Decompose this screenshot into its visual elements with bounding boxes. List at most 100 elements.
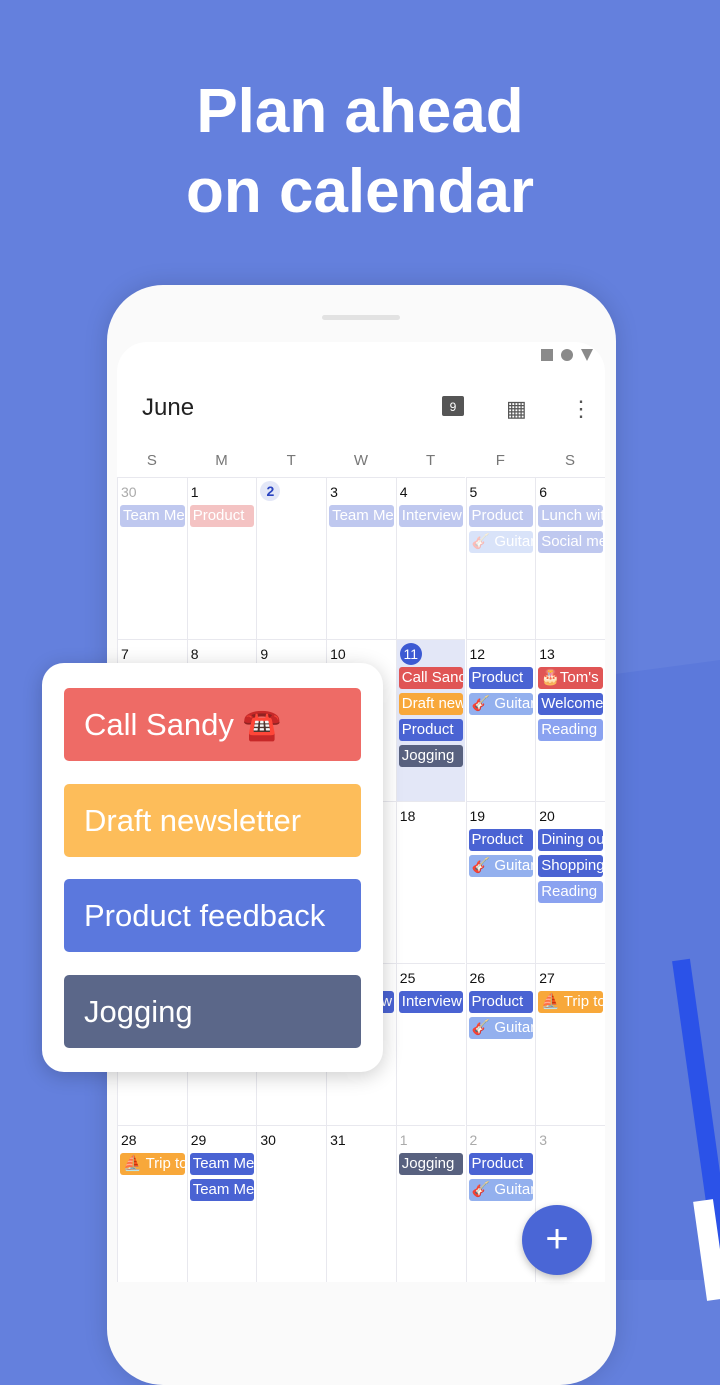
event-chip[interactable]: Jogging bbox=[398, 745, 464, 767]
day-number: 5 bbox=[469, 484, 478, 500]
event-chip[interactable]: 🎸 Guitar bbox=[468, 693, 534, 715]
day-number: 25 bbox=[399, 970, 416, 986]
day-number: 30 bbox=[260, 1132, 276, 1148]
day-cell[interactable]: 30 Team Meeting bbox=[117, 477, 187, 639]
event-chip[interactable]: Product bbox=[468, 991, 534, 1013]
day-cell[interactable]: 4 Interview bbox=[395, 477, 466, 639]
event-chip[interactable]: Product bbox=[189, 505, 255, 527]
event-chip[interactable]: 🎂Tom's bbox=[538, 667, 603, 689]
event-chip[interactable]: Draft newsletter bbox=[398, 693, 464, 715]
event-chip[interactable]: Dining out bbox=[538, 829, 603, 851]
event-chip[interactable]: Product bbox=[398, 719, 464, 741]
day-cell[interactable]: 30 bbox=[256, 1125, 327, 1282]
day-number: 2 bbox=[260, 481, 281, 501]
month-title[interactable]: June bbox=[142, 394, 194, 422]
day-cell[interactable]: 11Call Sandy Draft newsletter Product Joggi… bbox=[395, 639, 466, 801]
day-number: 18 bbox=[399, 808, 416, 824]
day-number: 3 bbox=[539, 1132, 547, 1148]
event-chip[interactable]: Interview bbox=[398, 505, 464, 527]
day-number: 8 bbox=[190, 646, 199, 662]
weekday-label: F bbox=[495, 452, 505, 469]
event-chip[interactable]: 🎸 Guitar bbox=[468, 855, 534, 877]
day-number: 13 bbox=[539, 646, 555, 662]
headline: Plan ahead on calendar bbox=[0, 72, 720, 232]
day-number: 20 bbox=[539, 808, 555, 824]
day-cell[interactable]: 3 Team Meeting bbox=[326, 477, 396, 639]
circle-icon bbox=[561, 349, 573, 361]
event-chip[interactable]: Team Meeting bbox=[120, 505, 185, 527]
event-item[interactable]: Jogging bbox=[64, 974, 361, 1048]
day-cell[interactable]: 27 ⛵ Trip to bbox=[535, 963, 605, 1125]
day-cell[interactable]: 5 Product 🎸 Guitar bbox=[465, 477, 536, 639]
event-chip[interactable]: 🎸 Guitar bbox=[468, 531, 534, 553]
event-item[interactable]: Product feedback bbox=[64, 879, 361, 952]
day-number: 19 bbox=[469, 808, 486, 824]
weekday-label: T bbox=[426, 452, 436, 469]
add-event-button[interactable]: + bbox=[522, 1205, 592, 1275]
status-bar bbox=[541, 349, 593, 361]
day-cell[interactable]: 1 Product bbox=[186, 477, 257, 639]
event-chip[interactable]: Welcome bbox=[538, 693, 603, 715]
day-cell[interactable]: 2 bbox=[256, 477, 327, 639]
day-number: 28 bbox=[121, 1132, 137, 1148]
event-chip[interactable]: Product bbox=[468, 1153, 534, 1175]
day-cell[interactable]: 25 Interview bbox=[395, 963, 466, 1125]
day-cell[interactable]: 13 🎂Tom's Welcome Reading bbox=[535, 639, 605, 801]
event-chip[interactable]: Social media bbox=[538, 531, 603, 553]
day-number: 27 bbox=[539, 970, 555, 986]
event-chip[interactable]: Call Sandy bbox=[398, 667, 464, 689]
day-cell[interactable]: 2 Product 🎸 Guitar bbox=[465, 1125, 536, 1282]
day-number: 1 bbox=[190, 484, 199, 500]
event-preview-card: Call Sandy ☎️ Draft newsletter Product fee… bbox=[42, 663, 383, 1072]
day-number: 31 bbox=[330, 1132, 346, 1148]
event-chip[interactable]: Jogging bbox=[398, 1153, 464, 1175]
event-chip[interactable]: ⛵ Trip to bbox=[538, 991, 603, 1013]
event-chip[interactable]: Product bbox=[468, 667, 534, 689]
day-cell[interactable]: 1 Jogging bbox=[395, 1125, 466, 1282]
event-chip[interactable]: Shopping bbox=[538, 855, 603, 877]
event-chip[interactable]: 🎸 Guitar bbox=[468, 1179, 534, 1201]
event-chip[interactable]: Interview bbox=[398, 991, 464, 1013]
day-number: 29 bbox=[190, 1132, 207, 1148]
event-chip[interactable]: Product bbox=[468, 829, 534, 851]
day-cell[interactable]: 19 Product 🎸 Guitar bbox=[465, 801, 536, 963]
day-cell[interactable]: 6 Lunch with Social media bbox=[535, 477, 605, 639]
grid-view-icon[interactable]: ▦ bbox=[506, 396, 527, 422]
weekday-label: S bbox=[565, 452, 576, 469]
event-item[interactable]: Draft newsletter bbox=[64, 783, 361, 857]
day-cell[interactable]: 26 Product 🎸 Guitar bbox=[465, 963, 536, 1125]
day-number: 12 bbox=[469, 646, 486, 662]
event-chip[interactable]: Team Meeting bbox=[329, 505, 394, 527]
day-number: 1 bbox=[399, 1132, 408, 1148]
event-chip[interactable]: Team Meeting bbox=[189, 1179, 255, 1201]
day-number: 11 bbox=[399, 643, 422, 665]
event-chip[interactable]: Lunch with bbox=[538, 505, 603, 527]
day-number: 9 bbox=[260, 646, 269, 662]
more-vertical-icon[interactable]: ⋮ bbox=[570, 396, 592, 422]
event-item[interactable]: Call Sandy ☎️ bbox=[64, 688, 361, 761]
weekday-label: S bbox=[146, 452, 157, 469]
day-number: 26 bbox=[469, 970, 486, 986]
weekday-label: W bbox=[353, 452, 369, 469]
event-chip[interactable]: Reading bbox=[538, 719, 603, 741]
day-number: 2 bbox=[469, 1132, 478, 1148]
day-cell[interactable]: 29 Team Meeting Team Meeting bbox=[186, 1125, 257, 1282]
day-number: 4 bbox=[399, 484, 408, 500]
day-cell[interactable]: 31 bbox=[326, 1125, 396, 1282]
day-cell[interactable]: 28 ⛵ Trip to bbox=[117, 1125, 187, 1282]
day-cell[interactable]: 18 bbox=[395, 801, 466, 963]
event-chip[interactable]: 🎸 Guitar bbox=[468, 1017, 534, 1039]
headline-line-1: Plan ahead bbox=[196, 77, 524, 146]
day-number: 7 bbox=[121, 646, 129, 662]
event-chip[interactable]: Reading bbox=[538, 881, 603, 903]
day-cell[interactable]: 12 Product 🎸 Guitar bbox=[465, 639, 536, 801]
calendar-today-icon[interactable]: 9 bbox=[442, 396, 464, 416]
event-chip[interactable]: Team Meeting bbox=[189, 1153, 255, 1175]
event-chip[interactable]: Product bbox=[468, 505, 534, 527]
event-chip[interactable]: ⛵ Trip to bbox=[120, 1153, 185, 1175]
day-number: 10 bbox=[330, 646, 346, 662]
day-cell[interactable]: 20 Dining out Shopping Reading bbox=[535, 801, 605, 963]
weekday-label: T bbox=[286, 452, 296, 469]
day-number: 3 bbox=[330, 484, 338, 500]
day-number: 6 bbox=[539, 484, 547, 500]
